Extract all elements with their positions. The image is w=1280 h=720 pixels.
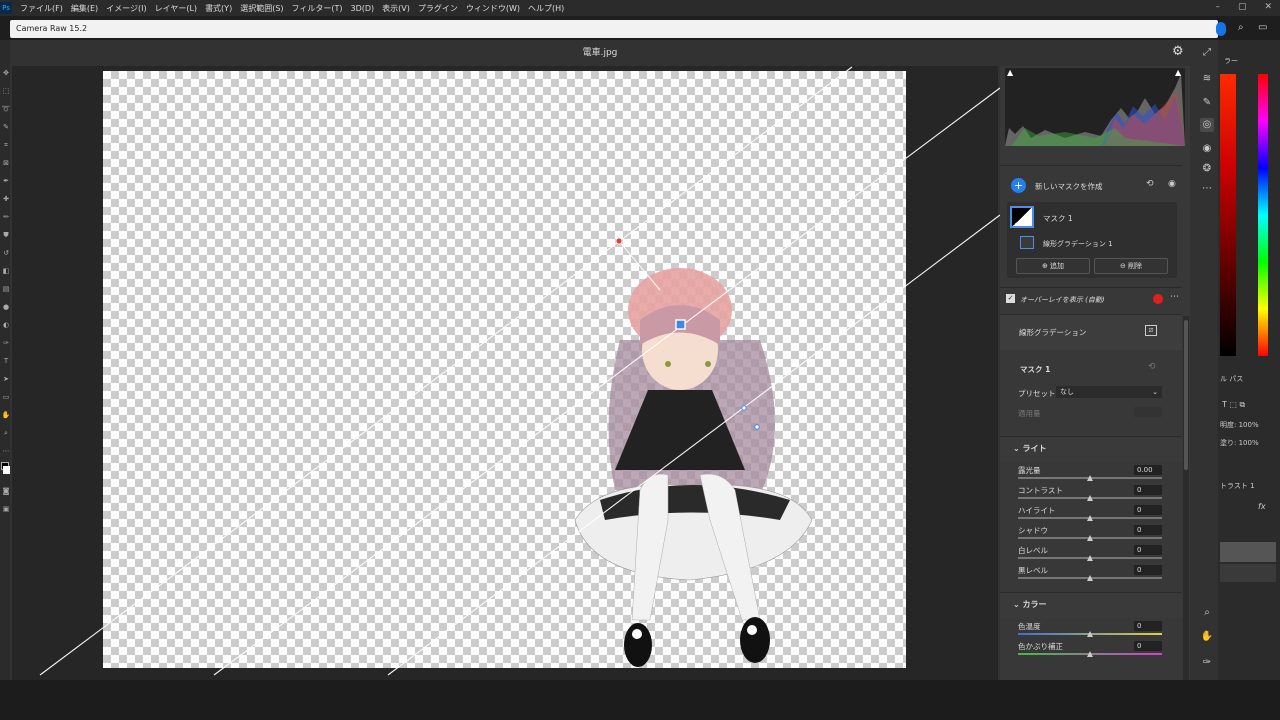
light-slider-label: コントラスト [1018,486,1063,495]
gradient-edge-handle[interactable] [754,424,760,430]
preset-select[interactable]: なし ⌄ [1056,386,1162,398]
more-icon[interactable]: ⋯ [1200,182,1214,196]
light-slider-thumb[interactable] [1087,515,1093,521]
gradient-edge-handle[interactable] [741,405,747,411]
zoom-icon[interactable]: ⌕ [1200,606,1214,620]
light-slider-thumb[interactable] [1087,555,1093,561]
delete-label: 削除 [1128,262,1143,270]
light-slider-thumb[interactable] [1087,495,1093,501]
linear-gradient-component-icon[interactable] [1020,236,1034,249]
light-title: ライト [1022,444,1047,453]
light-slider-value[interactable]: 0 [1134,565,1162,575]
divider [1000,287,1182,288]
histogram: ▲ ▲ [1005,68,1185,146]
create-mask-label[interactable]: 新しいマスクを作成 [1035,181,1103,192]
light-slider-label: ハイライト [1018,506,1056,515]
histogram-graph [1005,74,1185,146]
preset-label: プリセット [1018,389,1056,398]
light-slider-value[interactable]: 0 [1134,485,1162,495]
camera-raw-tool-strip [1196,40,1218,680]
color-slider-value[interactable]: 0 [1134,621,1162,631]
mask-thumbnail[interactable] [1010,206,1034,228]
light-slider-label: 白レベル [1018,546,1048,555]
visibility-eye-icon[interactable]: ◉ [1168,179,1176,189]
add-button[interactable]: ⊕ 追加 [1016,258,1090,274]
overlay-checkbox[interactable]: ✓ [1006,294,1015,303]
light-slider-value[interactable]: 0 [1134,505,1162,515]
light-slider-label: 露光量 [1018,466,1041,475]
amount-value-box[interactable] [1134,407,1162,417]
delete-icon: ⊖ [1119,262,1129,270]
color-slider-value[interactable]: 0 [1134,641,1162,651]
healing-icon[interactable]: ✎ [1200,96,1214,110]
tool-name: 線形グラデーション [1019,328,1087,337]
red-eye-icon[interactable]: ◉ [1200,142,1214,156]
overlay-color-swatch[interactable] [1153,294,1163,304]
preset-value: なし [1060,388,1074,396]
adjust-mask-title: マスク 1 [1020,365,1051,374]
color-title: カラー [1022,600,1047,609]
highlight-clipping-icon[interactable]: ▲ [1175,68,1181,77]
color-slider-label: 色温度 [1018,622,1041,631]
shadow-clipping-icon[interactable]: ▲ [1007,68,1013,77]
gradient-line-center[interactable] [213,87,1001,676]
light-slider-value[interactable]: 0 [1134,525,1162,535]
delete-button[interactable]: ⊖ 削除 [1094,258,1168,274]
color-sampler-icon[interactable]: ✑ [1200,656,1214,670]
reset-mask-icon[interactable]: ⟲ [1146,179,1154,189]
light-slider-label: 黒レベル [1018,566,1048,575]
component-name[interactable]: 線形グラデーション 1 [1043,239,1113,249]
light-slider-thumb[interactable] [1087,535,1093,541]
color-slider-thumb[interactable] [1087,651,1093,657]
maid-illustration [574,268,813,667]
light-slider-value[interactable]: 0.00 [1134,465,1162,475]
expand-icon[interactable]: ⤢ [1200,46,1214,60]
edit-sliders-icon[interactable]: ≋ [1200,72,1214,86]
chevron-down-icon: ⌄ [1013,444,1023,453]
taskbar [0,680,1280,720]
hand-icon[interactable]: ✋ [1200,630,1214,644]
add-label: 追加 [1050,262,1065,270]
panel-scrollbar-thumb[interactable] [1184,320,1188,470]
mask-name[interactable]: マスク 1 [1043,213,1073,224]
chevron-down-icon: ⌄ [1152,388,1158,396]
overlay-options-icon[interactable]: ⋯ [1170,292,1179,302]
amount-label: 適用量 [1018,409,1041,418]
add-icon: ⊕ [1041,262,1051,270]
presets-icon[interactable]: ❂ [1200,162,1214,176]
color-slider-label: 色かぶり補正 [1018,642,1063,651]
masking-icon[interactable]: ◎ [1200,118,1214,132]
light-slider-label: シャドウ [1018,526,1048,535]
reset-adjust-icon[interactable]: ⟲ [1148,362,1156,372]
color-slider-thumb[interactable] [1087,631,1093,637]
light-slider-thumb[interactable] [1087,475,1093,481]
light-slider-thumb[interactable] [1087,575,1093,581]
overlay-label: オーバーレイを表示 (自動) [1020,296,1105,304]
light-slider-value[interactable]: 0 [1134,545,1162,555]
rotation-handle-line [618,240,661,291]
rotation-handle[interactable] [615,237,623,245]
divider [1000,165,1182,166]
gradient-center-pin[interactable] [675,319,686,330]
chevron-down-icon: ⌄ [1013,600,1023,609]
edit-gradient-icon[interactable]: ⧄ [1145,325,1157,336]
create-mask-button[interactable]: + [1011,178,1026,193]
